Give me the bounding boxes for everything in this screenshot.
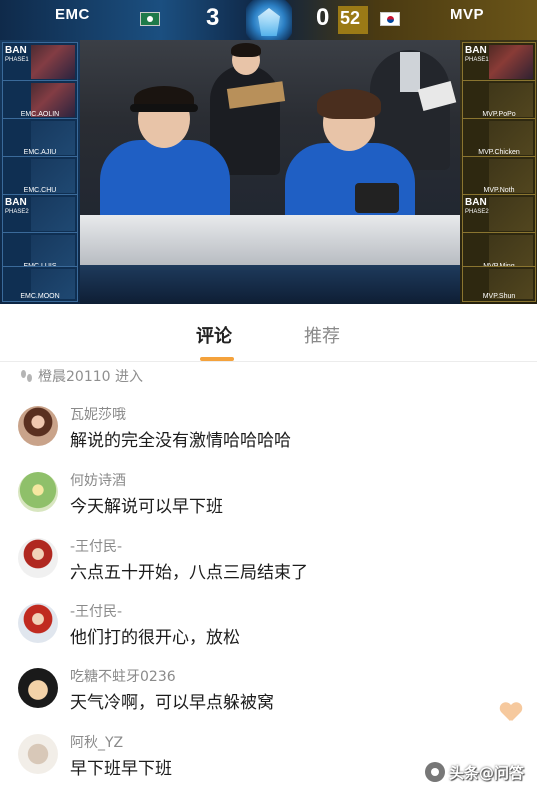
- comment-text: 天气冷啊，可以早点躲被窝: [70, 693, 274, 713]
- ban-pick-timer: 52: [340, 8, 361, 28]
- phase-label: PHASE1: [465, 57, 489, 63]
- comment-item: -王付民- 他们打的很开心，放松: [0, 599, 537, 663]
- avatar[interactable]: [18, 406, 58, 446]
- footprint-icon: [20, 369, 34, 383]
- avatar[interactable]: [18, 472, 58, 512]
- tab-comments[interactable]: 评论: [196, 322, 232, 348]
- comment-text: 解说的完全没有激情哈哈哈哈: [70, 431, 291, 451]
- ban-label: BAN: [5, 45, 27, 56]
- user-joined-notice: 橙晨20110 进入: [20, 366, 143, 386]
- hero-portrait: [489, 45, 533, 79]
- phase-label: PHASE2: [5, 209, 29, 215]
- live-video-player[interactable]: EMC 3 0 52 MVP BAN PHASE1 EMC.AOLIN EMC.…: [0, 0, 537, 304]
- right-team-draft-panel: BAN PHASE1 MVP.PoPo MVP.Chicken MVP.Noth…: [460, 40, 537, 304]
- join-text: 橙晨20110 进入: [38, 369, 143, 385]
- tab-recommend[interactable]: 推荐: [304, 322, 340, 348]
- comment-username[interactable]: 何妨诗酒: [70, 470, 126, 490]
- watermark-text: 头条@问答: [449, 763, 525, 782]
- ban-label: BAN: [5, 197, 27, 208]
- player-name: EMC.AOLIN: [20, 111, 60, 118]
- tab-bar: 评论 推荐: [0, 304, 537, 362]
- phase-label: PHASE1: [5, 57, 29, 63]
- comment-username[interactable]: 阿秋_YZ: [70, 732, 123, 752]
- comment-text: 今天解说可以早下班: [70, 497, 223, 517]
- team-left-name: EMC: [55, 6, 90, 23]
- comment-item: 瓦妮莎哦 解说的完全没有激情哈哈哈哈: [0, 402, 537, 466]
- draft-slot: EMC.MOON: [2, 266, 78, 302]
- player-name: MVP.Noth: [483, 187, 515, 194]
- ban-label: BAN: [465, 45, 487, 56]
- active-tab-indicator: [200, 357, 234, 361]
- draft-slot: MVP.Chicken: [462, 118, 536, 158]
- comment-username[interactable]: -王付民-: [70, 536, 122, 556]
- scoreboard: EMC 3 0 52 MVP: [0, 0, 537, 46]
- team-right-name: MVP: [450, 6, 485, 23]
- player-name: EMC.AJIU: [23, 149, 57, 156]
- toutiao-logo-icon: [425, 762, 445, 782]
- heart-icon[interactable]: [500, 703, 522, 723]
- draft-slot: EMC.AOLIN: [2, 80, 78, 120]
- draft-slot: BAN PHASE2: [462, 194, 536, 234]
- comment-username[interactable]: 吃糖不蛀牙0236: [70, 666, 176, 686]
- ban-label: BAN: [465, 197, 487, 208]
- avatar[interactable]: [18, 603, 58, 643]
- comment-text: 六点五十开始，八点三局结束了: [70, 563, 308, 583]
- player-name: EMC.MOON: [20, 293, 60, 300]
- draft-slot: EMC.CHU: [2, 156, 78, 196]
- comment-username[interactable]: 瓦妮莎哦: [70, 404, 126, 424]
- stage-camera-feed: [80, 40, 460, 265]
- draft-slot: EMC.AJIU: [2, 118, 78, 158]
- player-name: MVP.Chicken: [478, 149, 520, 156]
- player-name: MVP.Shun: [482, 293, 516, 300]
- score-right: 0: [316, 4, 330, 31]
- avatar[interactable]: [18, 538, 58, 578]
- draft-slot: MVP.PoPo: [462, 80, 536, 120]
- draft-slot: BAN PHASE2: [2, 194, 78, 234]
- watermark: 头条@问答: [425, 760, 524, 784]
- hero-portrait: [489, 197, 533, 231]
- comment-item: 何妨诗酒 今天解说可以早下班: [0, 468, 537, 532]
- avatar[interactable]: [18, 734, 58, 774]
- player-name: EMC.CHU: [23, 187, 57, 194]
- draft-slot: BAN PHASE1: [2, 42, 78, 82]
- comment-item: -王付民- 六点五十开始，八点三局结束了: [0, 534, 537, 598]
- score-left: 3: [206, 4, 220, 31]
- comment-text: 他们打的很开心，放松: [70, 628, 240, 648]
- hero-portrait: [31, 197, 75, 231]
- player-desk: [80, 215, 460, 265]
- phase-label: PHASE2: [465, 209, 489, 215]
- comment-text: 早下班早下班: [70, 759, 172, 779]
- korea-flag-icon: [380, 12, 400, 26]
- macau-flag-icon: [140, 12, 160, 26]
- draft-slot: MVP.Noth: [462, 156, 536, 196]
- comment-username[interactable]: -王付民-: [70, 601, 122, 621]
- player-name: MVP.PoPo: [482, 111, 516, 118]
- left-team-draft-panel: BAN PHASE1 EMC.AOLIN EMC.AJIU EMC.CHU BA…: [0, 40, 80, 304]
- stage-floor: [80, 265, 460, 304]
- hero-portrait: [31, 45, 75, 79]
- draft-slot: BAN PHASE1: [462, 42, 536, 82]
- avatar[interactable]: [18, 668, 58, 708]
- draft-slot: MVP.Shun: [462, 266, 536, 302]
- comment-item: 吃糖不蛀牙0236 天气冷啊，可以早点躲被窝: [0, 664, 537, 728]
